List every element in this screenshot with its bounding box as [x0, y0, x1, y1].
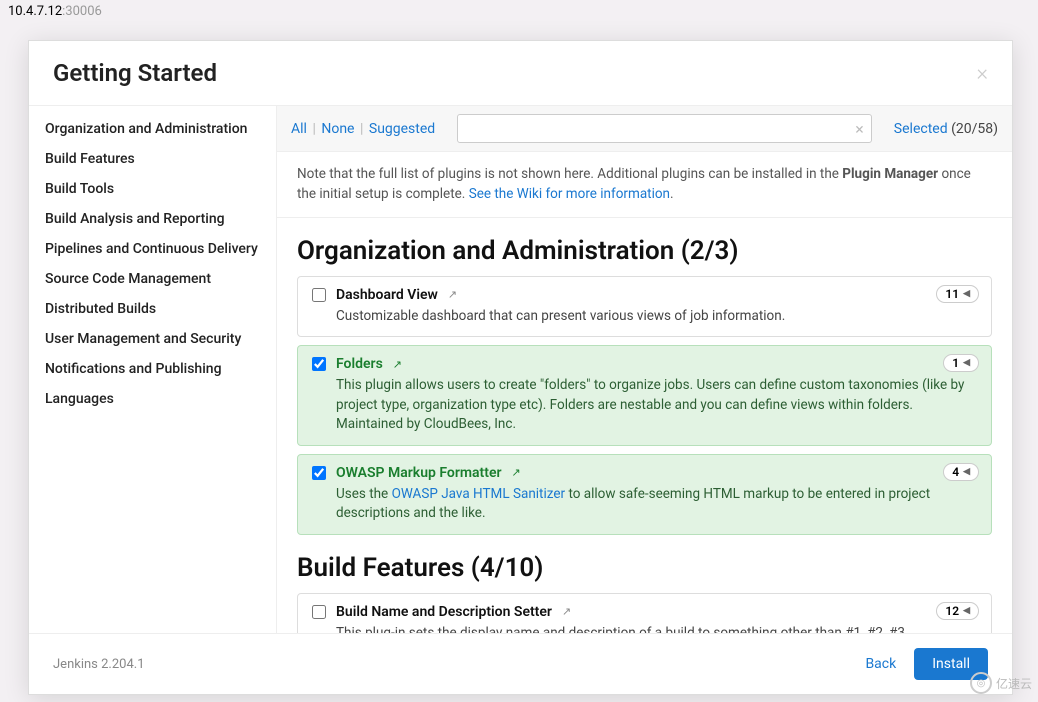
modal-footer: Jenkins 2.204.1 Back Install: [29, 633, 1012, 694]
sidebar-item-scm[interactable]: Source Code Management: [29, 264, 276, 294]
filter-none[interactable]: None: [321, 121, 354, 137]
filter-all[interactable]: All: [291, 121, 307, 137]
plugin-title: Build Name and Description Setter: [336, 604, 552, 620]
watermark-icon: ◎: [970, 672, 992, 694]
sidebar-item-languages[interactable]: Languages: [29, 384, 276, 414]
url-port: :30006: [62, 4, 102, 19]
url-host: 10.4.7.12: [8, 4, 62, 19]
sidebar-item-pipelines[interactable]: Pipelines and Continuous Delivery: [29, 234, 276, 264]
info-note: Note that the full list of plugins is no…: [277, 152, 1012, 218]
dependency-badge[interactable]: 12◀: [936, 602, 979, 620]
external-link-icon[interactable]: ↗: [393, 358, 402, 371]
section-heading-org: Organization and Administration (2/3): [297, 236, 992, 266]
close-icon[interactable]: ×: [976, 61, 988, 86]
back-button[interactable]: Back: [865, 656, 896, 672]
plugin-title: Folders: [336, 356, 383, 372]
plugin-folders[interactable]: Folders ↗ 1◀ This plugin allows users to…: [297, 345, 992, 446]
sidebar-item-user-mgmt[interactable]: User Management and Security: [29, 324, 276, 354]
filter-suggested[interactable]: Suggested: [369, 121, 435, 137]
sidebar-item-build-analysis[interactable]: Build Analysis and Reporting: [29, 204, 276, 234]
plugin-title: Dashboard View: [336, 287, 438, 303]
category-sidebar: Organization and Administration Build Fe…: [29, 106, 277, 633]
plugin-checkbox[interactable]: [312, 288, 326, 302]
external-link-icon[interactable]: ↗: [448, 288, 457, 301]
plugin-build-name-setter[interactable]: Build Name and Description Setter ↗ 12◀ …: [297, 593, 992, 633]
dependency-badge[interactable]: 4◀: [943, 463, 979, 481]
plugin-description: Customizable dashboard that can present …: [336, 307, 977, 327]
setup-wizard-modal: Getting Started × Organization and Admin…: [28, 40, 1013, 695]
selected-link[interactable]: Selected: [894, 121, 948, 137]
plugin-checkbox[interactable]: [312, 466, 326, 480]
sidebar-item-build-tools[interactable]: Build Tools: [29, 174, 276, 204]
url-bar: 10.4.7.12:30006: [0, 0, 1038, 23]
filter-links: All | None | Suggested: [291, 121, 435, 137]
sidebar-item-build-features[interactable]: Build Features: [29, 144, 276, 174]
jenkins-version: Jenkins 2.204.1: [53, 657, 145, 672]
wiki-link[interactable]: See the Wiki for more information: [469, 186, 670, 202]
plugin-title: OWASP Markup Formatter: [336, 465, 502, 481]
plugin-description: This plugin allows users to create "fold…: [336, 376, 977, 435]
modal-header: Getting Started ×: [29, 41, 1012, 106]
caret-left-icon: ◀: [963, 467, 970, 477]
plugin-description: Uses the OWASP Java HTML Sanitizer to al…: [336, 485, 977, 524]
section-heading-build-features: Build Features (4/10): [297, 553, 992, 583]
main-panel: All | None | Suggested × Selected (20/58…: [277, 106, 1012, 633]
plugin-dashboard-view[interactable]: Dashboard View ↗ 11◀ Customizable dashbo…: [297, 276, 992, 338]
caret-left-icon: ◀: [963, 606, 970, 616]
sidebar-item-organization[interactable]: Organization and Administration: [29, 114, 276, 144]
external-link-icon[interactable]: ↗: [562, 605, 571, 618]
plugin-checkbox[interactable]: [312, 357, 326, 371]
selected-count: Selected (20/58): [894, 121, 998, 137]
page-title: Getting Started: [53, 59, 217, 87]
plugin-description: This plug-in sets the display name and d…: [336, 624, 977, 633]
selected-number: (20/58): [951, 121, 998, 137]
search-clear-icon[interactable]: ×: [855, 119, 864, 138]
plugin-owasp-markup[interactable]: OWASP Markup Formatter ↗ 4◀ Uses the OWA…: [297, 454, 992, 535]
sidebar-item-notifications[interactable]: Notifications and Publishing: [29, 354, 276, 384]
search-input[interactable]: [457, 114, 872, 143]
external-link-icon[interactable]: ↗: [512, 466, 521, 479]
dependency-badge[interactable]: 1◀: [943, 354, 979, 372]
filter-bar: All | None | Suggested × Selected (20/58…: [277, 106, 1012, 152]
caret-left-icon: ◀: [963, 289, 970, 299]
plugins-list[interactable]: Organization and Administration (2/3) Da…: [277, 218, 1012, 634]
dependency-badge[interactable]: 11◀: [936, 285, 979, 303]
watermark: ◎ 亿速云: [970, 672, 1032, 694]
plugin-checkbox[interactable]: [312, 605, 326, 619]
search-wrap: ×: [457, 114, 872, 143]
caret-left-icon: ◀: [963, 358, 970, 368]
modal-body: Organization and Administration Build Fe…: [29, 106, 1012, 633]
owasp-sanitizer-link[interactable]: OWASP Java HTML Sanitizer: [392, 486, 566, 502]
sidebar-item-distributed[interactable]: Distributed Builds: [29, 294, 276, 324]
